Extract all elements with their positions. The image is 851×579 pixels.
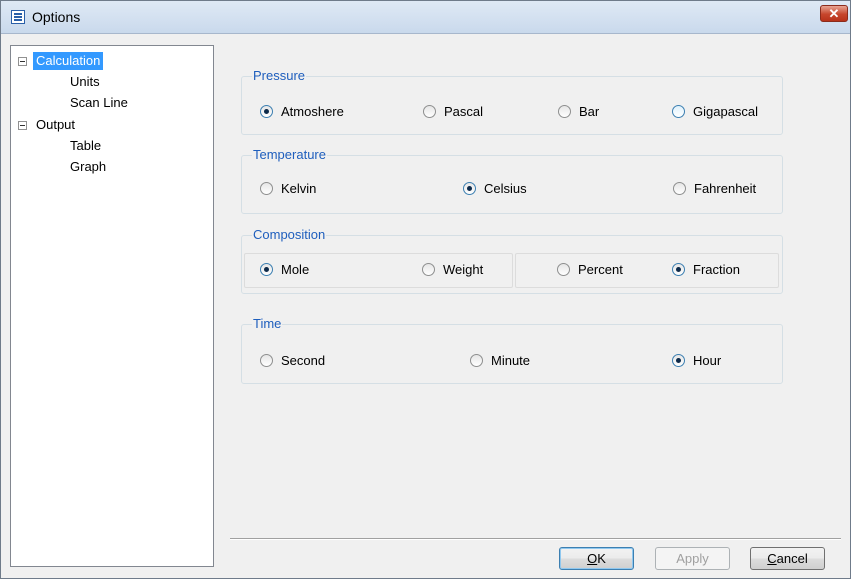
time-group-title: Time (252, 316, 283, 332)
composition-mole-radio[interactable]: Mole (260, 261, 309, 279)
temperature-fahrenheit-radio[interactable]: Fahrenheit (673, 180, 756, 198)
time-minute-radio[interactable]: Minute (470, 352, 530, 370)
collapse-calculation-icon[interactable] (18, 57, 27, 66)
radio-selected-icon (260, 105, 273, 119)
time-second-label: Second (281, 353, 326, 368)
time-hour-radio[interactable]: Hour (672, 352, 721, 370)
composition-mole-label: Mole (281, 262, 310, 277)
radio-selected-icon (260, 263, 273, 277)
pressure-atmoshere-label: Atmoshere (281, 104, 344, 119)
time-minute-label: Minute (491, 353, 531, 368)
tree-item-calculation[interactable]: Calculation (33, 52, 104, 70)
radio-empty-icon (470, 354, 483, 368)
pressure-bar-label: Bar (579, 104, 600, 119)
button-separator (230, 538, 841, 540)
radio-empty-icon (423, 105, 436, 119)
composition-fraction-label: Fraction (693, 262, 740, 277)
pressure-gigapascal-radio[interactable]: Gigapascal (672, 103, 758, 121)
composition-weight-radio[interactable]: Weight (422, 261, 483, 279)
radio-empty-icon (260, 182, 273, 196)
time-hour-label: Hour (693, 353, 722, 368)
tree-item-scan-line[interactable]: Scan Line (70, 94, 128, 112)
composition-fraction-radio[interactable]: Fraction (672, 261, 740, 279)
tree-item-table[interactable]: Table (70, 137, 101, 155)
ok-button[interactable]: OK (559, 547, 634, 570)
temperature-group: Temperature Kelvin Celsius Fahrenheit (241, 147, 783, 214)
options-app-icon (11, 10, 25, 24)
collapse-output-icon[interactable] (18, 121, 27, 130)
apply-button-label: Apply (676, 551, 709, 566)
time-second-radio[interactable]: Second (260, 352, 325, 370)
radio-hover-icon (672, 105, 685, 119)
composition-group: Composition Mole Weight Percent Fraction (241, 227, 783, 294)
ok-button-label: K (597, 551, 606, 566)
tree-item-graph[interactable]: Graph (70, 158, 106, 176)
temperature-celsius-label: Celsius (484, 181, 527, 196)
cancel-button-mnemonic: C (767, 551, 777, 566)
pressure-atmoshere-radio[interactable]: Atmoshere (260, 103, 344, 121)
radio-empty-icon (260, 354, 273, 368)
radio-empty-icon (558, 105, 571, 119)
options-tree: Calculation Units Scan Line Output Table… (10, 45, 214, 567)
composition-group-title: Composition (252, 227, 327, 243)
close-button[interactable]: ✕ (820, 5, 848, 22)
pressure-gigapascal-label: Gigapascal (693, 104, 759, 119)
cancel-button[interactable]: Cancel (750, 547, 825, 570)
pressure-pascal-label: Pascal (444, 104, 484, 119)
pressure-group-title: Pressure (252, 68, 307, 84)
cancel-button-label: ancel (776, 551, 808, 566)
radio-empty-icon (557, 263, 570, 277)
radio-selected-icon (672, 354, 685, 368)
temperature-kelvin-label: Kelvin (281, 181, 317, 196)
temperature-kelvin-radio[interactable]: Kelvin (260, 180, 316, 198)
radio-empty-icon (673, 182, 686, 196)
temperature-group-title: Temperature (252, 147, 327, 163)
composition-format-box: Percent Fraction (515, 253, 779, 288)
radio-empty-icon (422, 263, 435, 277)
pressure-bar-radio[interactable]: Bar (558, 103, 599, 121)
tree-item-units[interactable]: Units (70, 73, 100, 91)
pressure-group: Pressure Atmoshere Pascal Bar Gigapascal (241, 68, 783, 135)
time-group: Time Second Minute Hour (241, 316, 783, 384)
window-title: Options (32, 9, 81, 25)
ok-button-mnemonic: O (587, 551, 598, 566)
temperature-fahrenheit-label: Fahrenheit (694, 181, 757, 196)
composition-basis-box: Mole Weight (244, 253, 513, 288)
composition-percent-radio[interactable]: Percent (557, 261, 623, 279)
title-bar[interactable]: Options ✕ (1, 1, 850, 34)
temperature-celsius-radio[interactable]: Celsius (463, 180, 527, 198)
tree-item-output[interactable]: Output (36, 116, 75, 134)
composition-percent-label: Percent (578, 262, 623, 277)
radio-selected-icon (672, 263, 685, 277)
composition-weight-label: Weight (443, 262, 484, 277)
apply-button[interactable]: Apply (655, 547, 730, 570)
options-window: Options ✕ Calculation Units Scan Line Ou… (0, 0, 851, 579)
pressure-pascal-radio[interactable]: Pascal (423, 103, 483, 121)
radio-selected-icon (463, 182, 476, 196)
